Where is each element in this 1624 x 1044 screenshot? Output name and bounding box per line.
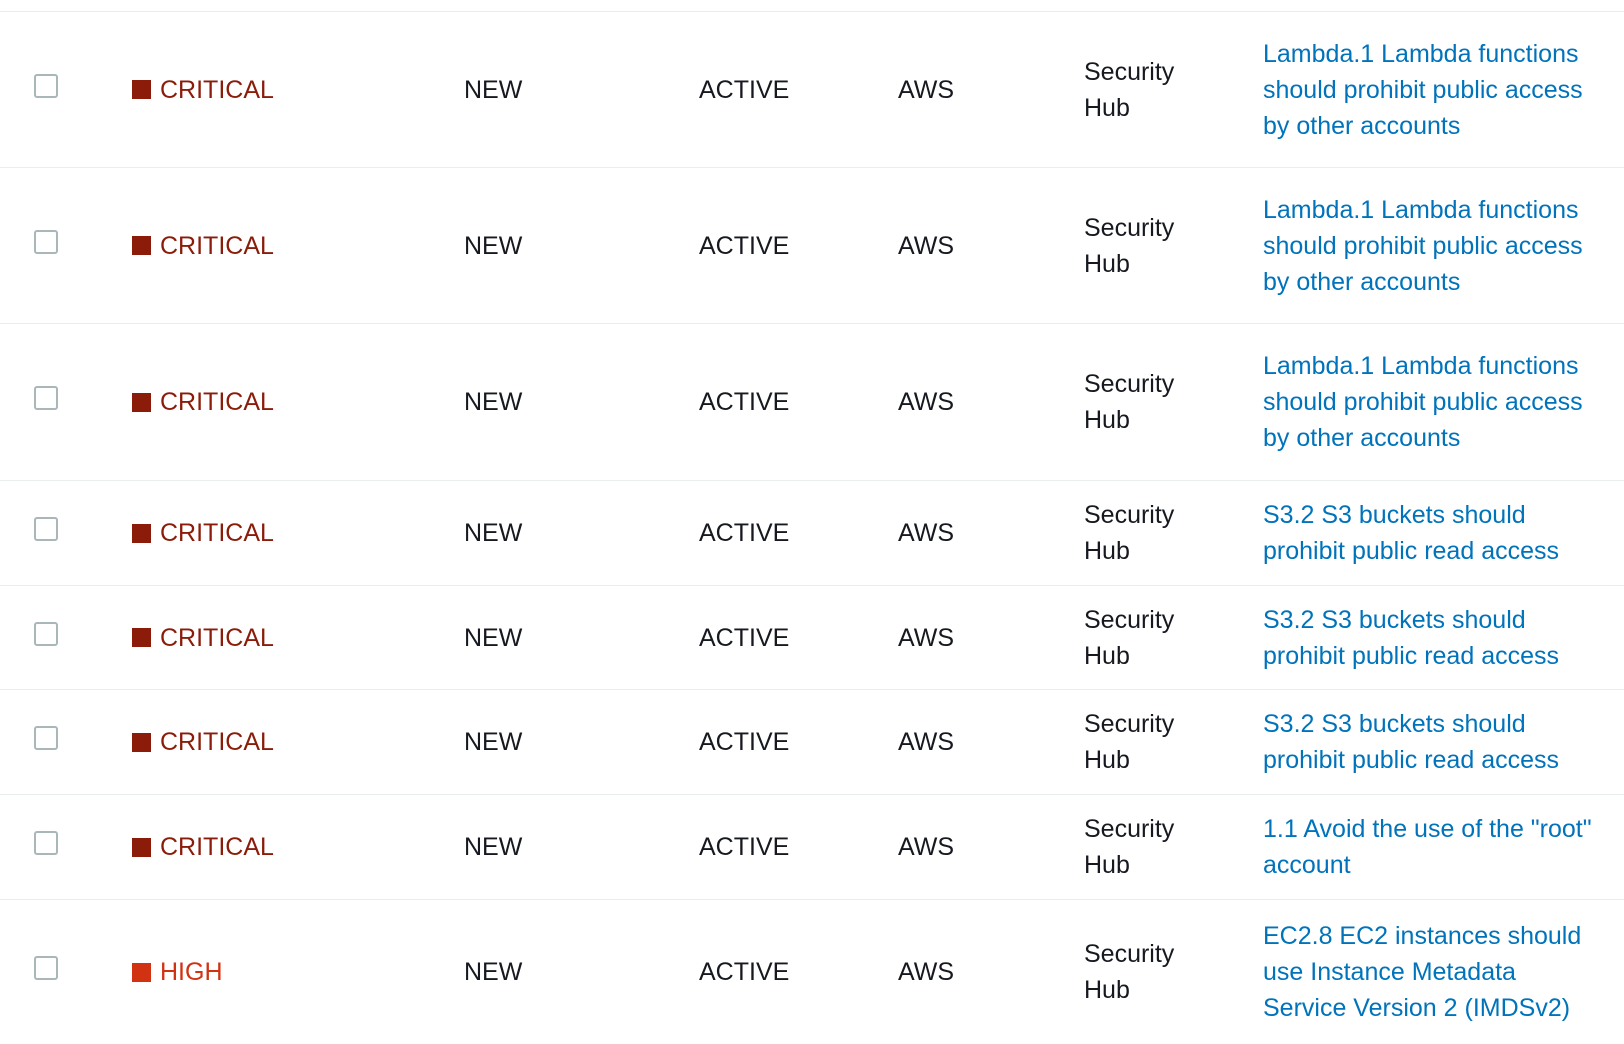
record-state: ACTIVE	[699, 623, 790, 652]
severity-cell: CRITICAL	[132, 515, 274, 551]
record-state: ACTIVE	[699, 388, 790, 416]
company-name: AWS	[898, 623, 955, 652]
row-select-checkbox[interactable]	[34, 726, 58, 750]
finding-title-link[interactable]: Lambda.1 Lambda functions should prohibi…	[1263, 192, 1603, 300]
severity-square-icon	[132, 523, 151, 543]
severity-square-icon	[132, 236, 151, 255]
severity-label: HIGH	[160, 958, 223, 986]
workflow-status: NEW	[464, 519, 523, 547]
product-name: Security Hub	[1084, 370, 1175, 434]
severity-square-icon	[132, 628, 151, 647]
finding-title-link[interactable]: Lambda.1 Lambda functions should prohibi…	[1263, 36, 1603, 144]
row-select-checkbox[interactable]	[34, 831, 58, 855]
company-name: AWS	[898, 833, 955, 861]
company-name: AWS	[898, 519, 955, 547]
workflow-status: NEW	[464, 958, 523, 986]
table-row[interactable]: CRITICAL NEW ACTIVE AWS Security Hub S3.…	[0, 690, 1624, 795]
severity-square-icon	[132, 962, 151, 982]
product-name: Security Hub	[1084, 57, 1175, 122]
row-select-checkbox[interactable]	[34, 621, 58, 646]
workflow-status: NEW	[464, 623, 523, 652]
severity-square-icon	[132, 732, 151, 752]
severity-cell: CRITICAL	[132, 829, 274, 865]
record-state: ACTIVE	[699, 75, 790, 104]
severity-square-icon	[132, 80, 151, 99]
product-name: Security Hub	[1084, 213, 1175, 278]
severity-label: CRITICAL	[160, 833, 274, 861]
finding-title-link[interactable]: EC2.8 EC2 instances should use Instance …	[1263, 918, 1603, 1026]
workflow-status: NEW	[464, 388, 523, 416]
row-select-checkbox[interactable]	[34, 229, 58, 254]
record-state: ACTIVE	[699, 519, 790, 547]
severity-cell: HIGH	[132, 954, 223, 990]
record-state: ACTIVE	[699, 728, 790, 756]
table-row[interactable]: CRITICAL NEW ACTIVE AWS Security Hub S3.…	[0, 586, 1624, 690]
severity-label: CRITICAL	[160, 728, 274, 756]
severity-cell: CRITICAL	[132, 724, 274, 760]
severity-label: CRITICAL	[160, 75, 274, 104]
row-select-checkbox[interactable]	[34, 956, 58, 980]
finding-title-link[interactable]: S3.2 S3 buckets should prohibit public r…	[1263, 602, 1603, 674]
severity-square-icon	[132, 392, 151, 412]
severity-cell: CRITICAL	[132, 384, 274, 420]
product-name: Security Hub	[1084, 501, 1175, 565]
company-name: AWS	[898, 388, 955, 416]
product-name: Security Hub	[1084, 710, 1175, 774]
record-state: ACTIVE	[699, 958, 790, 986]
severity-cell: CRITICAL	[132, 72, 274, 108]
company-name: AWS	[898, 231, 955, 260]
record-state: ACTIVE	[699, 833, 790, 861]
severity-label: CRITICAL	[160, 231, 274, 260]
severity-label: CRITICAL	[160, 519, 274, 547]
finding-title-link[interactable]: S3.2 S3 buckets should prohibit public r…	[1263, 497, 1603, 569]
workflow-status: NEW	[464, 75, 523, 104]
row-select-checkbox[interactable]	[34, 386, 58, 410]
table-row[interactable]: CRITICAL NEW ACTIVE AWS Security Hub Lam…	[0, 324, 1624, 481]
severity-cell: CRITICAL	[132, 228, 274, 264]
table-row[interactable]: CRITICAL NEW ACTIVE AWS Security Hub S3.…	[0, 481, 1624, 586]
severity-label: CRITICAL	[160, 388, 274, 416]
company-name: AWS	[898, 75, 955, 104]
table-row[interactable]: CRITICAL NEW ACTIVE AWS Security Hub 1.1…	[0, 795, 1624, 900]
finding-title-link[interactable]: S3.2 S3 buckets should prohibit public r…	[1263, 706, 1603, 778]
row-select-checkbox[interactable]	[34, 73, 58, 98]
table-row[interactable]: HIGH NEW ACTIVE AWS Security Hub EC2.8 E…	[0, 900, 1624, 1044]
table-row[interactable]: CRITICAL NEW ACTIVE AWS Security Hub Lam…	[0, 168, 1624, 324]
workflow-status: NEW	[464, 728, 523, 756]
row-select-checkbox[interactable]	[34, 517, 58, 541]
product-name: Security Hub	[1084, 605, 1175, 670]
severity-cell: CRITICAL	[132, 620, 274, 656]
company-name: AWS	[898, 728, 955, 756]
workflow-status: NEW	[464, 231, 523, 260]
table-row[interactable]: CRITICAL NEW ACTIVE AWS Security Hub Lam…	[0, 11, 1624, 168]
finding-title-link[interactable]: 1.1 Avoid the use of the "root" account	[1263, 811, 1603, 883]
severity-square-icon	[132, 837, 151, 857]
company-name: AWS	[898, 958, 955, 986]
severity-label: CRITICAL	[160, 623, 274, 652]
product-name: Security Hub	[1084, 815, 1175, 879]
finding-title-link[interactable]: Lambda.1 Lambda functions should prohibi…	[1263, 348, 1603, 456]
product-name: Security Hub	[1084, 940, 1175, 1004]
record-state: ACTIVE	[699, 231, 790, 260]
workflow-status: NEW	[464, 833, 523, 861]
